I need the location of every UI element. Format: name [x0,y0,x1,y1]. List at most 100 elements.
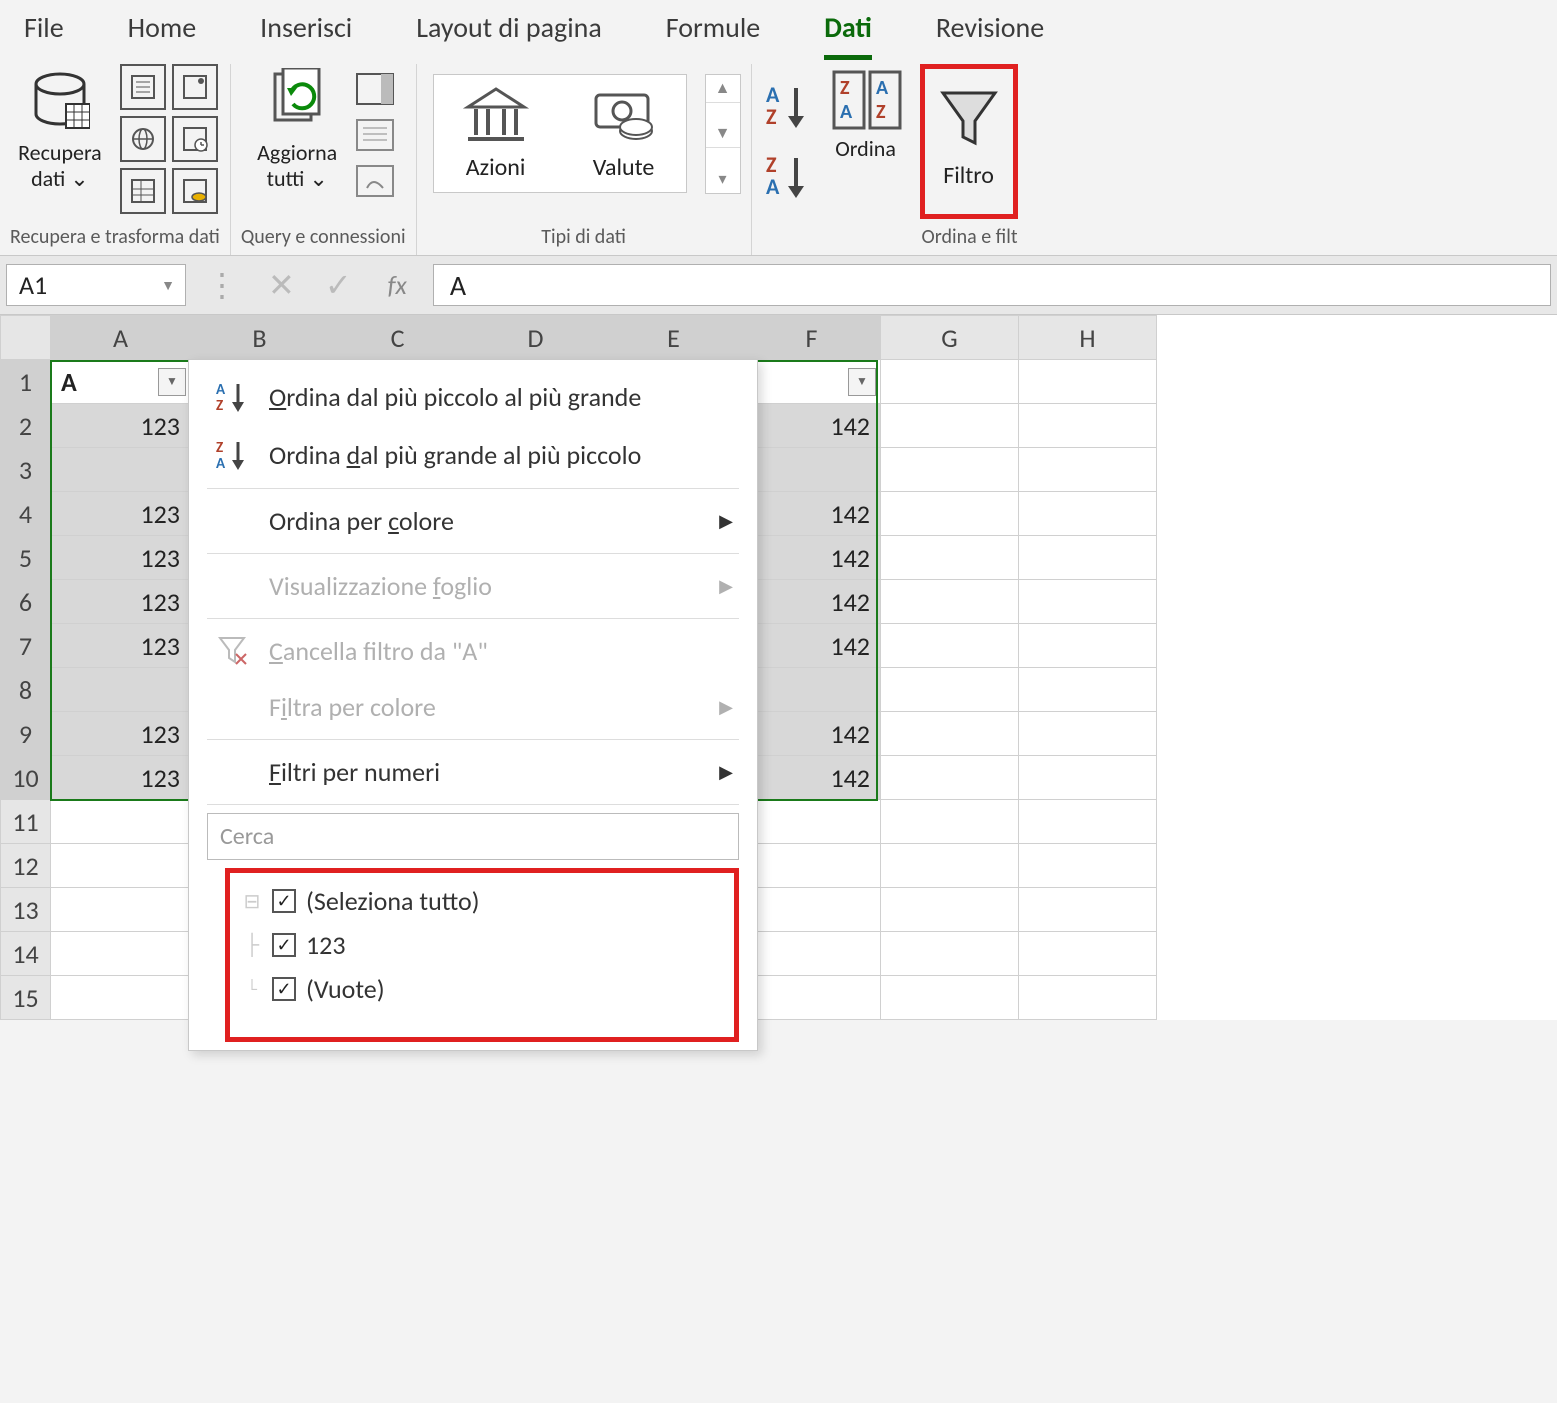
cell[interactable]: 123 [51,404,191,448]
tab-layout[interactable]: Layout di pagina [416,10,602,60]
queries-pane-icon[interactable] [355,72,395,106]
checkbox-icon[interactable]: ✓ [272,933,296,957]
cell[interactable] [743,668,881,712]
formula-input[interactable]: A [433,264,1551,306]
select-all-corner[interactable] [1,316,51,360]
existing-connections-icon[interactable] [172,168,218,214]
spinner-down-icon[interactable]: ▼ [706,120,740,148]
cell[interactable] [1019,888,1157,932]
menu-sort-desc[interactable]: Z A Ordina dal più grande al più piccolo [189,426,757,484]
row-header[interactable]: 10 [1,756,51,800]
row-header[interactable]: 6 [1,580,51,624]
tab-formule[interactable]: Formule [666,10,760,60]
filtro-button[interactable]: Filtro [920,64,1018,219]
check-123[interactable]: ├ ✓ 123 [238,923,726,967]
cell[interactable]: 123 [51,624,191,668]
cell[interactable] [881,756,1019,800]
row-header[interactable]: 13 [1,888,51,932]
cell[interactable]: 142 [743,492,881,536]
from-picture-icon[interactable] [172,64,218,110]
cell[interactable] [51,932,191,976]
cell[interactable] [881,668,1019,712]
row-header[interactable]: 8 [1,668,51,712]
name-box-dropdown-icon[interactable]: ▼ [161,277,175,294]
cell[interactable] [51,888,191,932]
cell[interactable]: 123 [51,492,191,536]
row-header[interactable]: 15 [1,976,51,1020]
cell[interactable]: 123 [51,580,191,624]
row-header[interactable]: 11 [1,800,51,844]
spinner-up-icon[interactable]: ▲ [706,75,740,103]
from-table-icon[interactable] [120,168,166,214]
checkbox-icon[interactable]: ✓ [272,889,296,913]
cell[interactable] [51,976,191,1020]
cell[interactable] [1019,800,1157,844]
col-header-H[interactable]: H [1019,316,1157,360]
tab-inserisci[interactable]: Inserisci [260,10,352,60]
col-header-D[interactable]: D [467,316,605,360]
cell[interactable]: 123 [51,536,191,580]
cell[interactable] [881,580,1019,624]
row-header[interactable]: 4 [1,492,51,536]
col-header-G[interactable]: G [881,316,1019,360]
row-header[interactable]: 12 [1,844,51,888]
row-header[interactable]: 9 [1,712,51,756]
row-header[interactable]: 7 [1,624,51,668]
menu-sort-asc[interactable]: A Z OOrdina dal più piccolo al più grand… [189,368,757,426]
row-header[interactable]: 14 [1,932,51,976]
cell[interactable]: 142 [743,404,881,448]
aggiorna-tutti-button[interactable]: Aggiorna tutti ⌄ [251,64,343,197]
tab-dati[interactable]: Dati [824,10,872,60]
data-type-azioni[interactable]: Azioni [462,85,530,182]
check-select-all[interactable]: ⊟ ✓ (Seleziona tutto) [238,879,726,923]
cell[interactable] [881,932,1019,976]
col-header-C[interactable]: C [329,316,467,360]
cell[interactable] [881,888,1019,932]
sort-descending-icon[interactable]: Z A [762,152,812,202]
cell[interactable] [743,888,881,932]
edit-links-icon[interactable] [355,164,395,198]
tab-file[interactable]: File [24,10,64,60]
cell[interactable] [1019,536,1157,580]
sort-ascending-icon[interactable]: A Z [762,82,812,132]
cell[interactable]: 142 [743,624,881,668]
cancel-formula-icon[interactable]: ✕ [258,266,305,305]
col-header-B[interactable]: B [191,316,329,360]
cell[interactable] [881,800,1019,844]
data-type-valute[interactable]: Valute [590,85,658,182]
recent-sources-icon[interactable] [172,116,218,162]
cell[interactable] [881,360,1019,404]
tab-revisione[interactable]: Revisione [936,10,1044,60]
cell[interactable] [1019,668,1157,712]
cell[interactable] [1019,580,1157,624]
from-web-icon[interactable] [120,116,166,162]
row-header[interactable]: 3 [1,448,51,492]
cell[interactable] [51,800,191,844]
cell[interactable]: 123 [51,712,191,756]
checkbox-icon[interactable]: ✓ [272,977,296,1001]
col-header-F[interactable]: F [743,316,881,360]
from-text-icon[interactable] [120,64,166,110]
cell[interactable] [881,492,1019,536]
recupera-dati-button[interactable]: Recupera dati ⌄ [12,64,108,197]
cell[interactable] [1019,448,1157,492]
cell[interactable] [881,624,1019,668]
cell[interactable] [1019,712,1157,756]
cell[interactable] [743,800,881,844]
cell[interactable] [743,844,881,888]
check-vuote[interactable]: └ ✓ (Vuote) [238,967,726,1011]
cell[interactable] [881,976,1019,1020]
cell[interactable] [51,844,191,888]
properties-icon[interactable] [355,118,395,152]
cell[interactable] [881,448,1019,492]
fx-icon[interactable]: fx [372,269,423,301]
data-types-spinner[interactable]: ▲ ▼ ▾ [705,74,741,194]
cell[interactable] [1019,756,1157,800]
cell[interactable] [1019,404,1157,448]
cell[interactable]: A▼ [51,360,191,404]
cell[interactable] [881,536,1019,580]
cell[interactable]: 142 [743,580,881,624]
col-header-E[interactable]: E [605,316,743,360]
cell[interactable] [881,712,1019,756]
cell[interactable] [881,844,1019,888]
